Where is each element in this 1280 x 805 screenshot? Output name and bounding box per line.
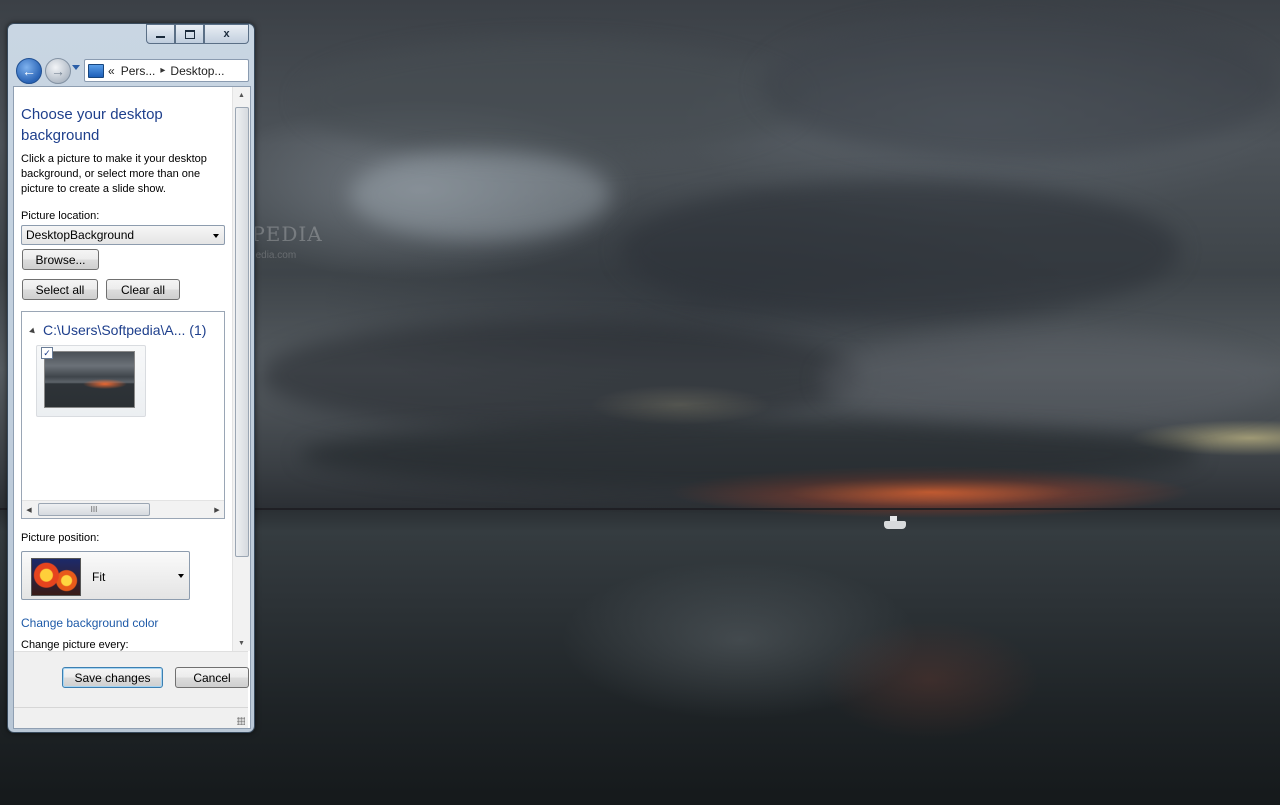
page-title: Choose your desktop background — [21, 106, 163, 144]
scroll-up-icon[interactable]: ▲ — [233, 87, 250, 103]
horizontal-scrollbar[interactable]: ◀ III ▶ — [22, 500, 224, 518]
vertical-scroll-thumb[interactable] — [235, 107, 249, 557]
save-changes-button[interactable]: Save changes — [62, 667, 163, 688]
thumbnail-checkbox[interactable]: ✓ — [41, 347, 53, 359]
breadcrumb-separator-icon[interactable]: ▸ — [160, 65, 165, 76]
picture-location-label: Picture location: — [21, 210, 100, 222]
resize-grip-icon[interactable] — [237, 717, 245, 725]
minimize-icon — [156, 36, 165, 38]
picture-group-title[interactable]: C:\Users\Softpedia\A... (1) — [43, 322, 206, 338]
scroll-left-icon[interactable]: ◀ — [22, 501, 36, 518]
navigation-bar: ← → « Pers... ▸ Desktop... — [14, 57, 249, 84]
address-bar[interactable]: « Pers... ▸ Desktop... — [84, 59, 249, 82]
collapse-arrow-icon[interactable] — [29, 327, 37, 336]
change-picture-label: Change picture every: — [21, 639, 129, 651]
breadcrumb-overflow[interactable]: « — [108, 64, 115, 78]
picture-list: C:\Users\Softpedia\A... (1) ✓ ◀ III ▶ — [21, 311, 225, 519]
chevron-down-icon — [178, 574, 184, 578]
boat — [884, 516, 906, 529]
close-button[interactable]: x — [204, 24, 249, 44]
button-footer: Save changes Cancel — [14, 651, 249, 709]
control-panel-icon — [88, 63, 104, 78]
breadcrumb-item-desktop-background[interactable]: Desktop... — [170, 64, 224, 78]
back-arrow-icon: ← — [22, 63, 36, 79]
forward-arrow-icon: → — [51, 63, 65, 79]
maximize-button[interactable] — [175, 24, 204, 44]
sunset-reflection — [820, 620, 1040, 740]
select-all-button[interactable]: Select all — [22, 279, 98, 300]
recent-pages-dropdown-icon[interactable] — [72, 65, 80, 70]
thumbnail-image — [44, 351, 135, 408]
forward-button[interactable]: → — [45, 58, 71, 84]
content-pane: Choose your desktop background Click a p… — [13, 86, 251, 729]
minimize-button[interactable] — [146, 24, 175, 44]
picture-thumbnail[interactable]: ✓ — [36, 345, 146, 417]
change-background-color-link[interactable]: Change background color — [21, 616, 158, 630]
breadcrumb-item-personalization[interactable]: Pers... — [121, 64, 156, 78]
browse-button[interactable]: Browse... — [22, 249, 99, 270]
close-icon: x — [223, 28, 230, 40]
clear-all-button[interactable]: Clear all — [106, 279, 180, 300]
scroll-area: Choose your desktop background Click a p… — [14, 87, 233, 651]
status-bar — [14, 707, 248, 728]
picture-position-label: Picture position: — [21, 532, 100, 544]
picture-location-select[interactable]: DesktopBackground — [21, 225, 225, 245]
caption-buttons: x — [146, 24, 249, 44]
picture-position-select[interactable]: Fit — [21, 551, 190, 600]
position-preview-icon — [31, 558, 81, 596]
picture-position-value: Fit — [92, 570, 106, 584]
vertical-scrollbar[interactable]: ▲ ▼ — [232, 87, 250, 651]
page-description: Click a picture to make it your desktop … — [21, 153, 207, 195]
chevron-down-icon — [213, 234, 219, 238]
scroll-down-icon[interactable]: ▼ — [233, 635, 250, 651]
cancel-button[interactable]: Cancel — [175, 667, 249, 688]
personalization-window: x ← → « Pers... ▸ Desktop... Choose your… — [7, 23, 255, 733]
maximize-icon — [184, 29, 195, 39]
horizontal-scroll-thumb[interactable]: III — [38, 503, 150, 516]
scroll-right-icon[interactable]: ▶ — [210, 501, 224, 518]
back-button[interactable]: ← — [16, 58, 42, 84]
picture-location-value: DesktopBackground — [26, 228, 135, 242]
